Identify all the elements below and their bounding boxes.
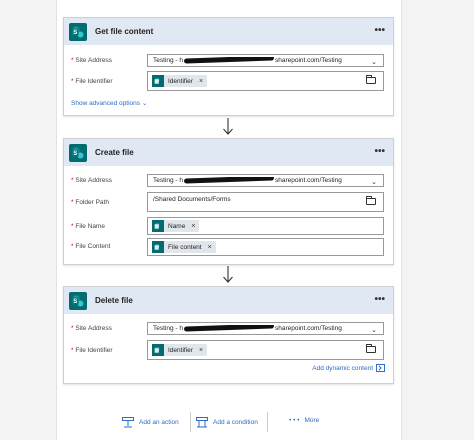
chevron-down-icon[interactable]: ⌄: [371, 326, 377, 334]
field-label: * File Name: [71, 223, 105, 230]
more-options-icon[interactable]: •••: [374, 146, 385, 157]
add-condition-icon: [196, 417, 208, 428]
more-dots-icon: • • •: [289, 417, 300, 424]
card-title: Create file: [95, 148, 134, 157]
redaction-scribble: [183, 177, 275, 184]
sharepoint-icon: S: [69, 143, 87, 162]
field-label: * Site Address: [71, 177, 112, 184]
file-identifier-input[interactable]: Identifier ×: [147, 71, 384, 91]
more-options-icon[interactable]: •••: [374, 294, 385, 305]
folder-path-input[interactable]: /Shared Documents/Forms: [147, 192, 384, 212]
dynamic-token[interactable]: File content ×: [152, 241, 216, 253]
card-title: Delete file: [95, 296, 133, 305]
add-action-button[interactable]: Add an action: [122, 417, 179, 428]
add-condition-button[interactable]: Add a condition: [196, 417, 258, 428]
field-label: * File Identifier: [71, 347, 113, 354]
site-address-dropdown[interactable]: Testing - h sharepoint.com/Testing ⌄: [147, 54, 384, 67]
field-label: * Site Address: [71, 57, 112, 64]
remove-token-icon[interactable]: ×: [199, 78, 203, 85]
dynamic-token[interactable]: Identifier ×: [152, 75, 208, 87]
dynamic-token[interactable]: Name ×: [152, 220, 200, 232]
site-address-dropdown[interactable]: Testing - h sharepoint.com/Testing ⌄: [147, 322, 384, 335]
field-label: * File Content: [71, 243, 111, 250]
sharepoint-icon: [152, 220, 164, 232]
arrow-down-icon: [223, 266, 233, 283]
card-delete-file: S Delete file ••• * Site Address Testing…: [63, 286, 394, 384]
card-get-file-content: S Get file content ••• * Site Address Te…: [63, 17, 394, 116]
remove-token-icon[interactable]: ×: [191, 223, 195, 230]
field-label: * Site Address: [71, 325, 112, 332]
sharepoint-icon: [152, 241, 164, 253]
sharepoint-icon: S: [69, 22, 87, 41]
svg-text:S: S: [73, 30, 77, 36]
remove-token-icon[interactable]: ×: [199, 347, 203, 354]
folder-icon[interactable]: [366, 75, 376, 84]
card-header[interactable]: S Create file •••: [64, 139, 393, 166]
add-action-icon: [122, 417, 134, 428]
remove-token-icon[interactable]: ×: [208, 244, 212, 251]
field-label: * File Identifier: [71, 78, 113, 85]
bottom-actions-bar: Add an action Add a condition • • • More: [0, 412, 474, 432]
separator: [190, 412, 191, 432]
add-dynamic-content-link[interactable]: Add dynamic content: [312, 364, 385, 372]
sharepoint-icon: [152, 344, 164, 356]
redaction-scribble: [183, 325, 275, 332]
card-create-file: S Create file ••• * Site Address Testing…: [63, 138, 394, 265]
field-label: * Folder Path: [71, 199, 109, 206]
dynamic-token[interactable]: Identifier ×: [152, 344, 208, 356]
file-name-input[interactable]: Name ×: [147, 217, 384, 235]
redaction-scribble: [183, 57, 275, 64]
arrow-down-icon: [223, 118, 233, 135]
svg-text:S: S: [73, 151, 77, 157]
separator: [267, 412, 268, 432]
svg-text:S: S: [73, 299, 77, 305]
card-header[interactable]: S Get file content •••: [64, 18, 393, 45]
sharepoint-icon: S: [69, 291, 87, 310]
file-content-input[interactable]: File content ×: [147, 238, 384, 256]
card-header[interactable]: S Delete file •••: [64, 287, 393, 314]
show-advanced-options-link[interactable]: Show advanced options ⌄: [71, 99, 147, 107]
chevron-down-icon[interactable]: ⌄: [371, 178, 377, 186]
file-identifier-input[interactable]: Identifier ×: [147, 340, 384, 360]
dynamic-content-icon: [376, 364, 385, 372]
folder-icon[interactable]: [366, 196, 376, 205]
sharepoint-icon: [152, 75, 164, 87]
card-title: Get file content: [95, 27, 154, 36]
folder-icon[interactable]: [366, 344, 376, 353]
more-button[interactable]: • • • More: [289, 417, 319, 424]
site-address-dropdown[interactable]: Testing - h sharepoint.com/Testing ⌄: [147, 174, 384, 187]
chevron-down-icon[interactable]: ⌄: [371, 58, 377, 66]
more-options-icon[interactable]: •••: [374, 25, 385, 36]
